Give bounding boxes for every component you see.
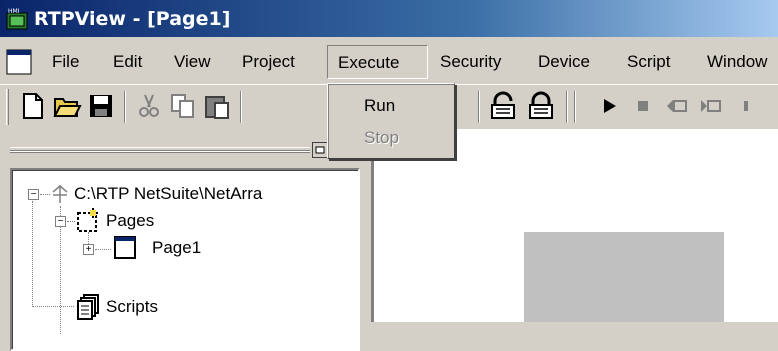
paste-icon[interactable] [202,91,232,121]
menu-device[interactable]: Device [528,45,600,79]
project-pane: − C:\RTP NetSuite\NetArra − Pages + Page… [0,129,372,351]
save-icon[interactable] [86,91,116,121]
menu-security[interactable]: Security [430,45,511,79]
tree-connector [32,306,74,307]
page-icon [113,234,137,260]
menu-view[interactable]: View [164,45,221,79]
step-forward-icon[interactable] [734,91,764,121]
toolbar-separator [478,91,480,123]
open-folder-icon[interactable] [52,91,82,121]
execute-dropdown: Run Stop [327,83,455,159]
tree-connector [67,221,75,222]
step-forward-icon[interactable] [696,91,726,121]
tree-connector [40,194,50,195]
svg-text:HMI: HMI [8,8,20,15]
title-bar: HMI RTPView - [Page1] [0,0,778,37]
menu-bar: File Edit View Project Execute Security … [0,39,778,84]
toolbar-separator [566,91,568,123]
collapse-toggle[interactable]: − [28,189,39,200]
hmi-app-icon[interactable]: HMI [6,8,28,30]
pane-pin-button[interactable] [312,142,328,158]
menu-edit[interactable]: Edit [103,45,152,79]
canvas-shape[interactable] [524,232,724,322]
menu-execute[interactable]: Execute [327,45,428,79]
new-file-icon[interactable] [18,91,48,121]
tree-connector [95,249,111,250]
scripts-icon [76,294,102,320]
stop-icon[interactable] [628,91,658,121]
expand-toggle[interactable]: + [83,244,94,255]
tree-connector [32,201,33,307]
step-back-icon[interactable] [662,91,692,121]
cut-icon[interactable] [134,91,164,121]
play-icon[interactable] [594,91,624,121]
menu-project[interactable]: Project [232,45,305,79]
menu-run[interactable]: Run [328,92,452,120]
toolbar-separator [124,91,126,123]
document-menu-icon[interactable] [6,49,32,75]
tree-page1-label[interactable]: Page1 [152,236,201,260]
lock-closed-icon[interactable] [526,91,556,121]
project-tree: − C:\RTP NetSuite\NetArra − Pages + Page… [10,168,360,351]
pages-folder-icon [76,207,102,233]
menu-file[interactable]: File [42,45,89,79]
collapse-toggle[interactable]: − [55,216,66,227]
toolbar-separator [240,91,242,123]
copy-icon[interactable] [168,91,198,121]
tree-root-label[interactable]: C:\RTP NetSuite\NetArra [74,182,262,206]
toolbar-separator-small [458,91,488,121]
root-node-icon [50,183,70,205]
pane-grip[interactable] [10,150,310,152]
toolbar-separator [574,91,576,123]
menu-script[interactable]: Script [617,45,680,79]
tree-scripts-label[interactable]: Scripts [106,295,158,319]
menu-stop: Stop [364,128,399,147]
menu-window[interactable]: Window [697,45,777,79]
tree-pages-label[interactable]: Pages [106,209,154,233]
window-title: RTPView - [Page1] [34,7,231,30]
lock-open-icon[interactable] [488,91,518,121]
toolbar-grip[interactable] [6,89,9,125]
